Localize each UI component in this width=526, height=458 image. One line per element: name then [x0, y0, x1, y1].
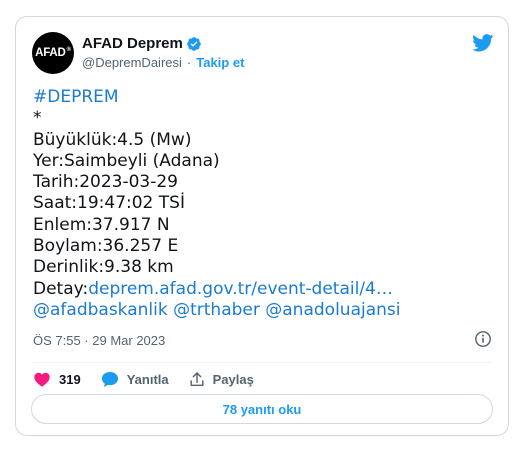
share-label: Paylaş: [212, 371, 254, 387]
author-handle[interactable]: @DepremDairesi: [82, 55, 182, 70]
avatar[interactable]: AFAD ®: [32, 32, 74, 74]
tweet-text-line: Yer:Saimbeyli (Adana): [33, 150, 220, 171]
hashtag-link[interactable]: #DEPREM: [33, 87, 495, 108]
tweet-text-line: Derinlik:9.38 km: [33, 257, 174, 278]
separator-dot: ·: [186, 55, 192, 70]
twitter-bird-icon[interactable]: [472, 34, 494, 57]
read-replies-button[interactable]: 78 yanıtı oku: [31, 394, 493, 424]
tweet-text-line: Tarih:2023-03-29: [33, 172, 178, 193]
reply-button[interactable]: Yanıtla: [101, 371, 169, 388]
detail-url-link[interactable]: deprem.afad.gov.tr/event-detail/4…: [88, 279, 393, 299]
tweet-text-line: *: [33, 108, 42, 129]
tweet-card: AFAD ® AFAD Deprem @DepremDairesi · Takip…: [15, 16, 509, 436]
tweet-text-line: Boylam:36.257 E: [33, 236, 179, 257]
tweet-text-line: Saat:19:47:02 TSİ: [33, 193, 185, 214]
share-button[interactable]: Paylaş: [189, 371, 254, 388]
tweet-text-line: Büyüklük:4.5 (Mw): [33, 129, 192, 150]
author-handle-row: @DepremDairesi · Takip et: [82, 55, 244, 70]
heart-icon: [34, 372, 50, 387]
like-count: 319: [59, 371, 81, 387]
tweet-text: #DEPREM * Büyüklük:4.5 (Mw) Yer:Saimbeyli (…: [33, 87, 495, 321]
tweet-text-line: Enlem:37.917 N: [33, 214, 170, 235]
share-icon: [190, 371, 204, 386]
detail-label: Detay:: [33, 278, 89, 299]
like-button[interactable]: 319: [33, 371, 81, 387]
avatar-logo-text: AFAD: [35, 47, 66, 59]
reply-bubble-icon: [101, 371, 118, 387]
verified-badge-icon: [186, 36, 202, 52]
tweet-detail-line: Detay:deprem.afad.gov.tr/event-detail/4…: [33, 279, 495, 300]
info-icon[interactable]: [474, 330, 492, 348]
author-name[interactable]: AFAD Deprem: [82, 35, 183, 52]
follow-button[interactable]: Takip et: [196, 55, 244, 70]
tweet-timestamp[interactable]: ÖS 7:55 · 29 Mar 2023: [33, 333, 165, 348]
action-bar: 319 Yanıtla Paylaş: [33, 368, 274, 390]
mention-links[interactable]: @afadbaskanlik @trthaber @anadoluajansi: [33, 300, 495, 321]
divider: [33, 362, 491, 363]
reply-label: Yanıtla: [126, 371, 169, 387]
author-name-row: AFAD Deprem: [82, 35, 202, 52]
